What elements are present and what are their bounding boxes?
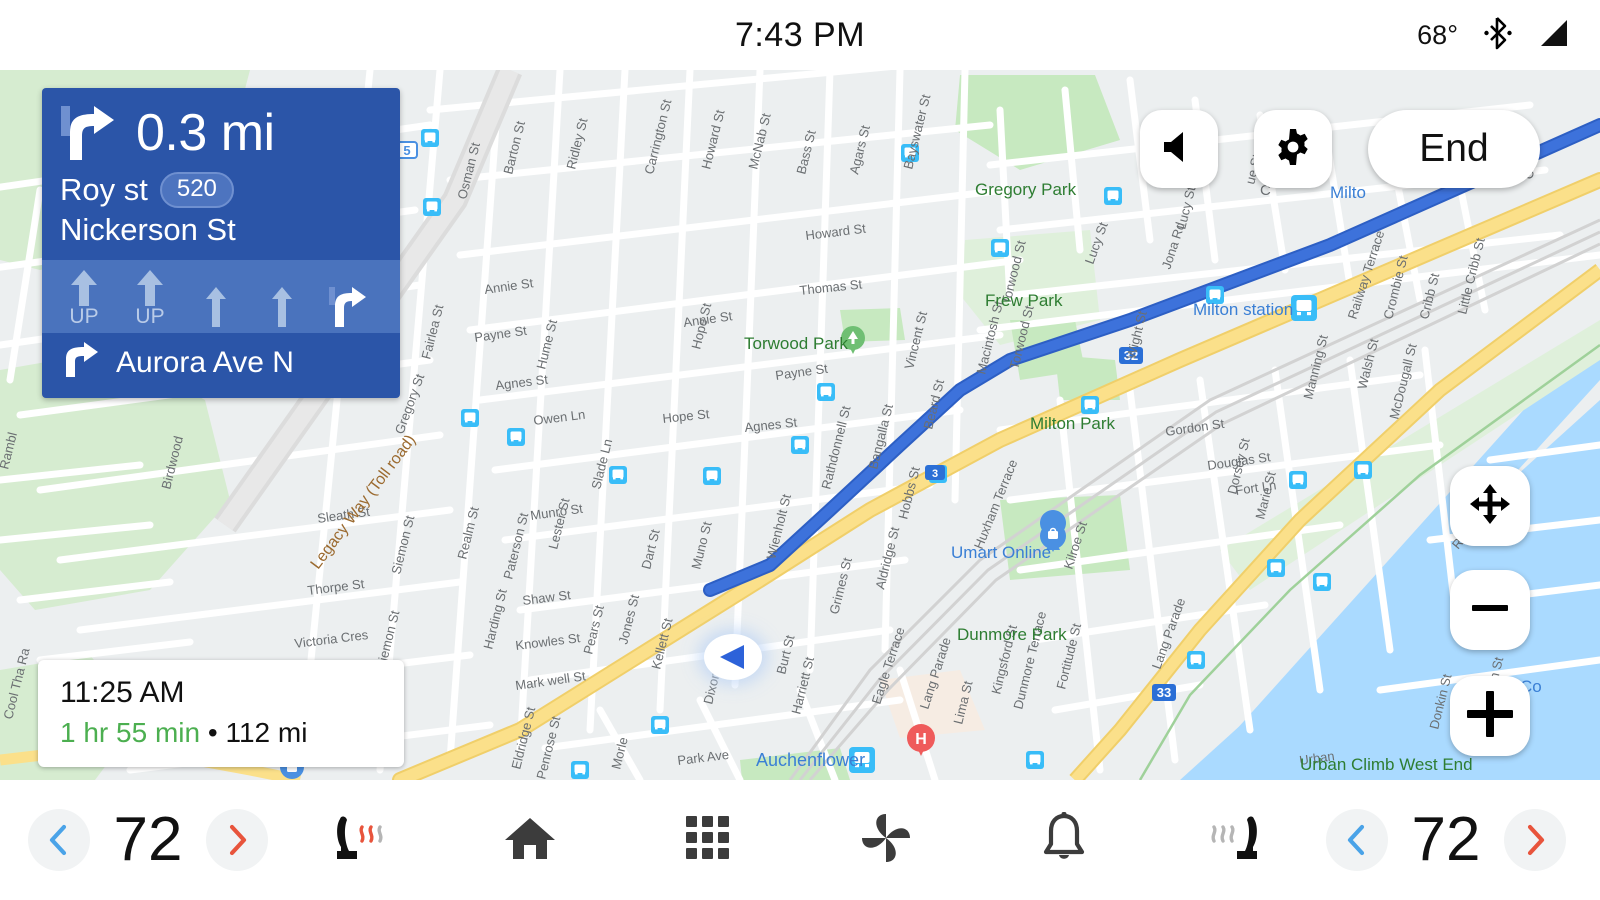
route-shield-badge: 520: [159, 172, 234, 208]
eta-arrival-time: 11:25 AM: [60, 676, 185, 709]
chevron-left-icon: [1347, 824, 1365, 856]
status-bar: 7:43 PM 68°: [0, 0, 1600, 70]
svg-text:3: 3: [932, 468, 938, 480]
svg-text:Umart Online: Umart Online: [951, 543, 1051, 562]
svg-text:Torwood Park: Torwood Park: [744, 334, 848, 353]
lane-label: UP: [135, 305, 165, 328]
chevron-left-icon: [49, 824, 67, 856]
gear-icon: [1273, 127, 1313, 172]
eta-duration: 1 hr 55 min: [60, 716, 201, 748]
settings-button-wrap[interactable]: [1254, 110, 1332, 188]
zoom-in-button[interactable]: [1450, 676, 1530, 756]
center-nav-icons: [396, 805, 1198, 875]
left-temp-increase-button[interactable]: [206, 809, 268, 871]
nav-street-primary-row: Roy st 520: [42, 168, 400, 208]
chevron-right-icon: [229, 824, 247, 856]
status-clock: 7:43 PM: [734, 15, 866, 54]
nav-street-primary: Roy st: [60, 172, 148, 207]
bluetooth-icon: [1484, 16, 1512, 55]
home-button[interactable]: [495, 805, 565, 875]
apps-button[interactable]: [673, 805, 743, 875]
eta-distance: 112 mi: [225, 716, 308, 748]
nav-street-secondary: Nickerson St: [60, 212, 236, 247]
lane-guidance-strip: UP UP: [42, 260, 400, 333]
end-navigation-button[interactable]: End: [1368, 110, 1540, 188]
nav-distance: 0.3 mi: [136, 104, 275, 162]
svg-text:Gregory Park: Gregory Park: [975, 180, 1077, 199]
next-maneuver-row: Aurora Ave N: [42, 333, 400, 398]
turn-right-icon: [60, 341, 102, 384]
settings-button[interactable]: [1254, 110, 1332, 188]
left-temp-decrease-button[interactable]: [28, 809, 90, 871]
svg-text:Milto: Milto: [1330, 183, 1366, 202]
vehicle-position-marker: [699, 630, 767, 684]
apps-grid-icon: [684, 814, 732, 867]
svg-text:Urban Climb West End: Urban Climb West End: [1300, 755, 1473, 774]
right-heated-seat-button[interactable]: [1198, 802, 1274, 878]
eta-separator: •: [200, 716, 226, 748]
speaker-icon: [1160, 129, 1198, 170]
svg-text:H: H: [915, 731, 927, 748]
heated-seat-icon: [1211, 816, 1257, 859]
svg-text:Milton station: Milton station: [1193, 300, 1293, 319]
right-temperature-value: 72: [1411, 805, 1481, 874]
lane-item-active: [324, 285, 372, 327]
heated-seat-icon: [337, 816, 383, 859]
lane-item: [258, 285, 306, 327]
left-heated-seat-button[interactable]: [320, 802, 396, 878]
turn-right-icon: [56, 102, 122, 164]
lane-item: UP: [60, 268, 108, 327]
svg-text:Auchenflower: Auchenflower: [756, 750, 865, 770]
right-climate-control: 72: [1198, 802, 1566, 878]
mute-button-wrap[interactable]: [1140, 110, 1218, 188]
right-temp-decrease-button[interactable]: [1326, 809, 1388, 871]
svg-text:Dunmore Park: Dunmore Park: [957, 625, 1067, 644]
svg-text:33: 33: [1157, 685, 1171, 700]
pan-arrows-icon: [1468, 482, 1512, 531]
lane-item: [192, 285, 240, 327]
chevron-right-icon: [1527, 824, 1545, 856]
plus-icon: [1462, 686, 1518, 747]
recenter-button[interactable]: [1450, 466, 1530, 546]
signal-strength-icon: [1538, 18, 1570, 53]
next-street-name: Aurora Ave N: [116, 345, 294, 379]
home-icon: [503, 813, 557, 868]
navigation-instruction-card[interactable]: 0.3 mi Roy st 520 Nickerson St UP UP Aur…: [42, 88, 400, 398]
zoom-out-button[interactable]: [1450, 570, 1530, 650]
notifications-bell-icon: [1040, 811, 1088, 869]
mute-button[interactable]: [1140, 110, 1218, 188]
climate-button[interactable]: [851, 805, 921, 875]
outside-temperature: 68°: [1417, 19, 1458, 50]
climate-fan-icon: [859, 811, 913, 870]
nav-primary-row: 0.3 mi: [42, 88, 400, 168]
svg-text:5: 5: [403, 143, 410, 158]
svg-text:Milton Park: Milton Park: [1030, 414, 1116, 433]
left-climate-control: 72: [28, 802, 396, 878]
right-temp-increase-button[interactable]: [1504, 809, 1566, 871]
notifications-button[interactable]: [1029, 805, 1099, 875]
eta-summary: 1 hr 55 min • 112 mi: [60, 715, 386, 751]
minus-icon: [1465, 583, 1515, 638]
status-indicators: 68°: [1417, 0, 1570, 70]
bottom-control-bar: 72 72: [0, 780, 1600, 900]
lane-label: UP: [69, 305, 99, 328]
eta-card[interactable]: 11:25 AM 1 hr 55 min • 112 mi: [38, 660, 404, 767]
svg-text:Frew Park: Frew Park: [985, 291, 1063, 310]
lane-item: UP: [126, 268, 174, 327]
end-navigation-wrap[interactable]: End: [1368, 110, 1540, 188]
left-temperature-value: 72: [113, 805, 183, 874]
